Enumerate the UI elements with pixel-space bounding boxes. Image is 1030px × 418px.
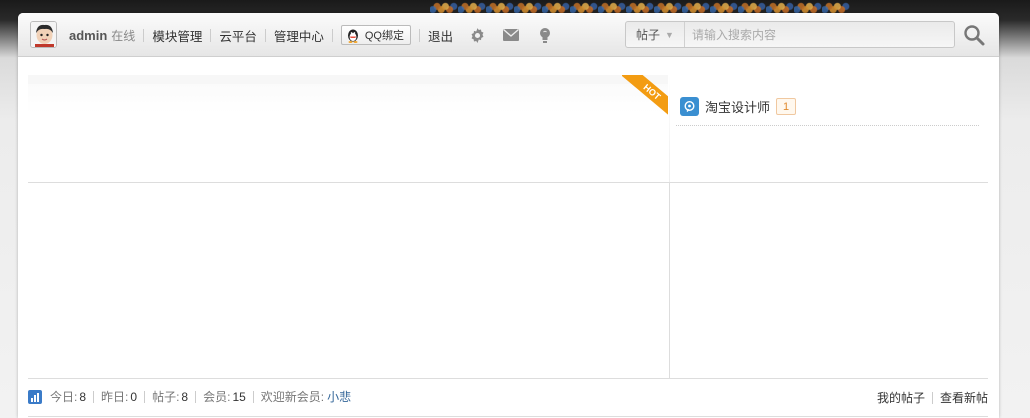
pin-icon [680, 97, 699, 116]
nav-item-module-manage[interactable]: 模块管理 [152, 26, 202, 45]
nav-divider [264, 28, 266, 42]
link-divider [931, 391, 933, 404]
qq-bind-label: QQ绑定 [364, 30, 404, 42]
username-link[interactable]: admin [69, 28, 107, 43]
ranking-item[interactable]: 淘宝设计师 1 [680, 97, 797, 116]
search-icon [964, 25, 985, 46]
chevron-down-icon: ▼ [665, 29, 674, 40]
new-member-link[interactable]: 小悲 [327, 388, 351, 405]
main-container: admin 在线 模块管理 云平台 管理中心 QQ绑定 退出 帖子 ▼ 请输入搜… [18, 13, 999, 418]
search-input[interactable] [685, 22, 954, 47]
stat-posts-value: 8 [181, 389, 189, 404]
nav-item-cloud-platform[interactable]: 云平台 [219, 26, 257, 45]
divider [28, 378, 988, 379]
online-status: 在线 [111, 28, 136, 43]
stat-yesterday-label: 昨日: [101, 390, 129, 404]
ranking-item-name[interactable]: 淘宝设计师 [705, 97, 770, 116]
user-nav: admin 在线 模块管理 云平台 管理中心 QQ绑定 退出 [69, 13, 554, 57]
nav-divider [210, 28, 212, 42]
stat-members-label: 会员: [203, 390, 231, 404]
divider [28, 416, 988, 417]
stat-divider [252, 390, 254, 403]
dotted-divider [676, 125, 979, 126]
nav-item-admin-center[interactable]: 管理中心 [274, 26, 324, 45]
stat-divider [144, 390, 146, 403]
search-button[interactable] [962, 23, 986, 47]
stat-new-member-label: 欢迎新会员: [260, 390, 325, 404]
nav-divider [143, 28, 145, 42]
top-toolbar: admin 在线 模块管理 云平台 管理中心 QQ绑定 退出 帖子 ▼ 请输入搜… [18, 13, 999, 57]
avatar-icon [31, 22, 56, 47]
search-scope-label: 帖子 [636, 28, 661, 42]
logout-link[interactable]: 退出 [428, 26, 453, 45]
stat-yesterday-value: 0 [130, 389, 138, 404]
gear-icon[interactable] [468, 26, 486, 44]
bulb-icon[interactable] [536, 26, 554, 44]
search-scope-select[interactable]: 帖子 ▼ [626, 22, 685, 47]
mail-icon[interactable] [502, 26, 520, 44]
stat-divider [195, 390, 197, 403]
hot-threads-panel [28, 75, 668, 183]
new-posts-link[interactable]: 查看新帖 [940, 389, 988, 406]
hot-badge: HOT [622, 75, 668, 115]
divider [28, 182, 988, 183]
divider [669, 75, 670, 183]
nav-divider [418, 28, 420, 42]
search-bar: 帖子 ▼ [625, 21, 955, 48]
my-posts-link[interactable]: 我的帖子 [877, 389, 925, 406]
bar-chart-icon [28, 389, 42, 404]
stat-members-value: 15 [232, 389, 246, 404]
user-avatar[interactable] [30, 21, 57, 48]
ranking-item-count: 1 [776, 98, 797, 115]
qq-bind-button[interactable]: QQ绑定 [340, 25, 411, 45]
divider [669, 183, 670, 378]
hot-badge-label: HOT [622, 75, 668, 115]
footer-links: 我的帖子 查看新帖 [877, 389, 988, 406]
stat-divider [93, 390, 95, 403]
stat-today-label: 今日: [50, 390, 78, 404]
qq-penguin-icon [347, 29, 358, 43]
stat-today-value: 8 [79, 389, 87, 404]
stat-posts-label: 帖子: [152, 390, 180, 404]
nav-divider [331, 28, 333, 42]
site-stats: 今日: 8 昨日: 0 帖子: 8 会员: 15 欢迎新会员: 小悲 [28, 388, 351, 405]
